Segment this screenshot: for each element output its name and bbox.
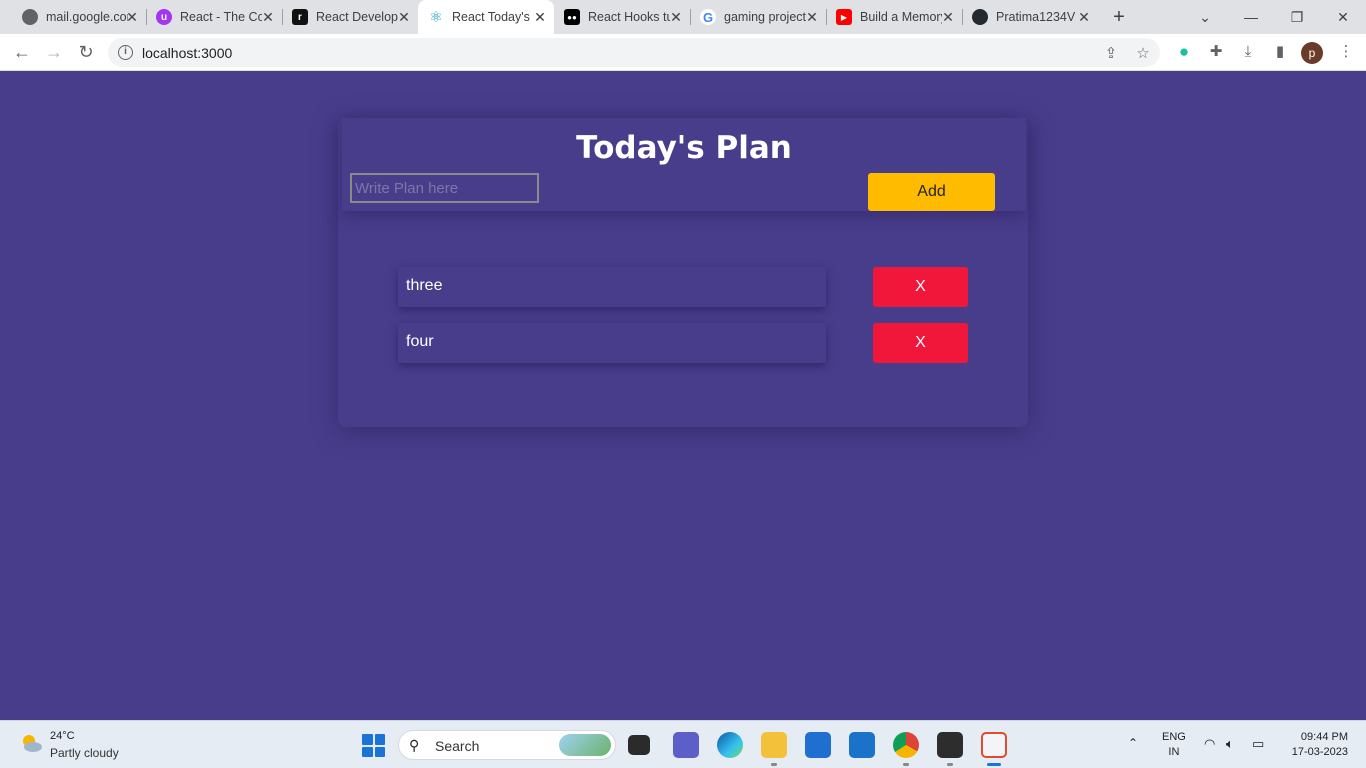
close-tab-icon[interactable]: ✕ bbox=[804, 9, 820, 25]
close-tab-icon[interactable]: ✕ bbox=[1076, 9, 1092, 25]
edge-icon[interactable] bbox=[717, 732, 743, 758]
menu-kebab-icon[interactable]: ⋮ bbox=[1336, 42, 1356, 62]
microsoft-store-icon[interactable] bbox=[805, 732, 831, 758]
reload-icon[interactable]: ↻ bbox=[74, 40, 98, 64]
profile-avatar[interactable]: p bbox=[1301, 42, 1323, 64]
address-bar[interactable]: i localhost:3000 ⇪ ☆ bbox=[108, 38, 1160, 67]
tab-search-chevron-icon[interactable]: ⌄ bbox=[1194, 6, 1216, 28]
terminal-icon[interactable] bbox=[937, 732, 963, 758]
close-tab-icon[interactable]: ✕ bbox=[124, 9, 140, 25]
side-panel-icon[interactable]: ▮ bbox=[1270, 42, 1290, 62]
udemy-icon: u bbox=[156, 9, 172, 25]
search-label: Search bbox=[435, 738, 480, 754]
windows-start-icon[interactable] bbox=[362, 734, 385, 757]
tab-react-todays-plan[interactable]: ⚛ React Today's Plan ✕ bbox=[418, 0, 554, 34]
tab-memory-game[interactable]: ▶ Build a Memory Game ✕ bbox=[826, 0, 963, 34]
page-title: Today's Plan bbox=[576, 130, 792, 166]
file-explorer-icon[interactable] bbox=[761, 732, 787, 758]
snipping-tool-icon[interactable] bbox=[981, 732, 1007, 758]
close-tab-icon[interactable]: ✕ bbox=[940, 9, 956, 25]
list-item: four bbox=[398, 323, 826, 363]
tab-gaming-project[interactable]: G gaming project ideas ✕ bbox=[690, 0, 827, 34]
site-info-icon[interactable]: i bbox=[118, 45, 133, 60]
partly-cloudy-icon[interactable] bbox=[18, 731, 44, 755]
github-icon bbox=[972, 9, 988, 25]
forward-arrow-icon[interactable]: → bbox=[42, 40, 66, 64]
new-tab-button[interactable]: + bbox=[1108, 6, 1130, 28]
youtube-icon: ▶ bbox=[836, 9, 852, 25]
delete-button[interactable]: X bbox=[873, 323, 968, 363]
tab-github[interactable]: Pratima1234V ✕ bbox=[962, 0, 1098, 34]
chevron-up-icon[interactable]: ⌃ bbox=[1128, 736, 1138, 750]
tab-react-roadmap[interactable]: r React Developer Roadmap ✕ bbox=[282, 0, 418, 34]
medium-icon: ●● bbox=[564, 9, 580, 25]
download-icon[interactable]: ⤓ bbox=[1238, 42, 1258, 62]
search-highlight-image bbox=[559, 734, 611, 756]
roadmap-icon: r bbox=[292, 9, 308, 25]
list-item-text: four bbox=[406, 333, 434, 350]
close-tab-icon[interactable]: ✕ bbox=[532, 9, 548, 25]
tab-react-hooks[interactable]: ●● React Hooks tutorial ✕ bbox=[554, 0, 691, 34]
close-tab-icon[interactable]: ✕ bbox=[396, 9, 412, 25]
taskbar-clock[interactable]: 09:44 PM 17-03-2023 bbox=[1280, 730, 1348, 760]
restore-button[interactable]: ❐ bbox=[1286, 6, 1308, 28]
tab-gmail[interactable]: mail.google.com ✕ bbox=[10, 0, 147, 34]
list-item-text: three bbox=[406, 277, 443, 294]
browser-toolbar: ← → ↻ i localhost:3000 ⇪ ☆ ● ✚ ⤓ ▮ p ⋮ bbox=[0, 34, 1366, 71]
chrome-icon[interactable] bbox=[893, 732, 919, 758]
globe-icon bbox=[22, 9, 38, 25]
list-item: three bbox=[398, 267, 826, 307]
close-window-button[interactable]: ✕ bbox=[1332, 6, 1354, 28]
minimize-button[interactable]: — bbox=[1240, 6, 1262, 28]
weather-description[interactable]: Partly cloudy bbox=[50, 746, 119, 760]
tab-react-guide[interactable]: u React - The Complete Guide ✕ bbox=[146, 0, 283, 34]
teams-meet-icon[interactable] bbox=[673, 732, 699, 758]
url-text[interactable]: localhost:3000 bbox=[142, 45, 232, 61]
close-tab-icon[interactable]: ✕ bbox=[260, 9, 276, 25]
mail-icon[interactable] bbox=[849, 732, 875, 758]
search-icon: ⚲ bbox=[409, 737, 420, 753]
battery-icon[interactable]: ▭ bbox=[1252, 736, 1264, 752]
react-icon: ⚛ bbox=[429, 9, 443, 26]
delete-button[interactable]: X bbox=[873, 267, 968, 307]
grammarly-icon[interactable]: ● bbox=[1174, 42, 1194, 62]
back-arrow-icon[interactable]: ← bbox=[10, 40, 34, 64]
bookmark-star-icon[interactable]: ☆ bbox=[1134, 45, 1152, 63]
language-indicator[interactable]: ENG IN bbox=[1162, 730, 1186, 760]
taskbar: 24°C Partly cloudy ⚲ Search ⌃ ENG IN ◠ 🔈… bbox=[0, 720, 1366, 768]
task-view-icon[interactable] bbox=[628, 735, 650, 755]
share-icon[interactable]: ⇪ bbox=[1102, 45, 1120, 63]
extensions-puzzle-icon[interactable]: ✚ bbox=[1206, 42, 1226, 62]
volume-icon[interactable]: 🔈︎ bbox=[1226, 736, 1234, 752]
add-button[interactable]: Add bbox=[868, 173, 995, 211]
weather-temperature[interactable]: 24°C bbox=[50, 730, 75, 742]
wifi-icon[interactable]: ◠ bbox=[1204, 736, 1215, 752]
tab-strip: mail.google.com ✕ u React - The Complete… bbox=[0, 0, 1366, 34]
taskbar-search[interactable]: ⚲ Search bbox=[398, 730, 616, 760]
plan-header: Today's Plan Add bbox=[342, 118, 1026, 211]
google-icon: G bbox=[700, 9, 716, 25]
close-tab-icon[interactable]: ✕ bbox=[668, 9, 684, 25]
plan-input[interactable] bbox=[350, 173, 539, 203]
